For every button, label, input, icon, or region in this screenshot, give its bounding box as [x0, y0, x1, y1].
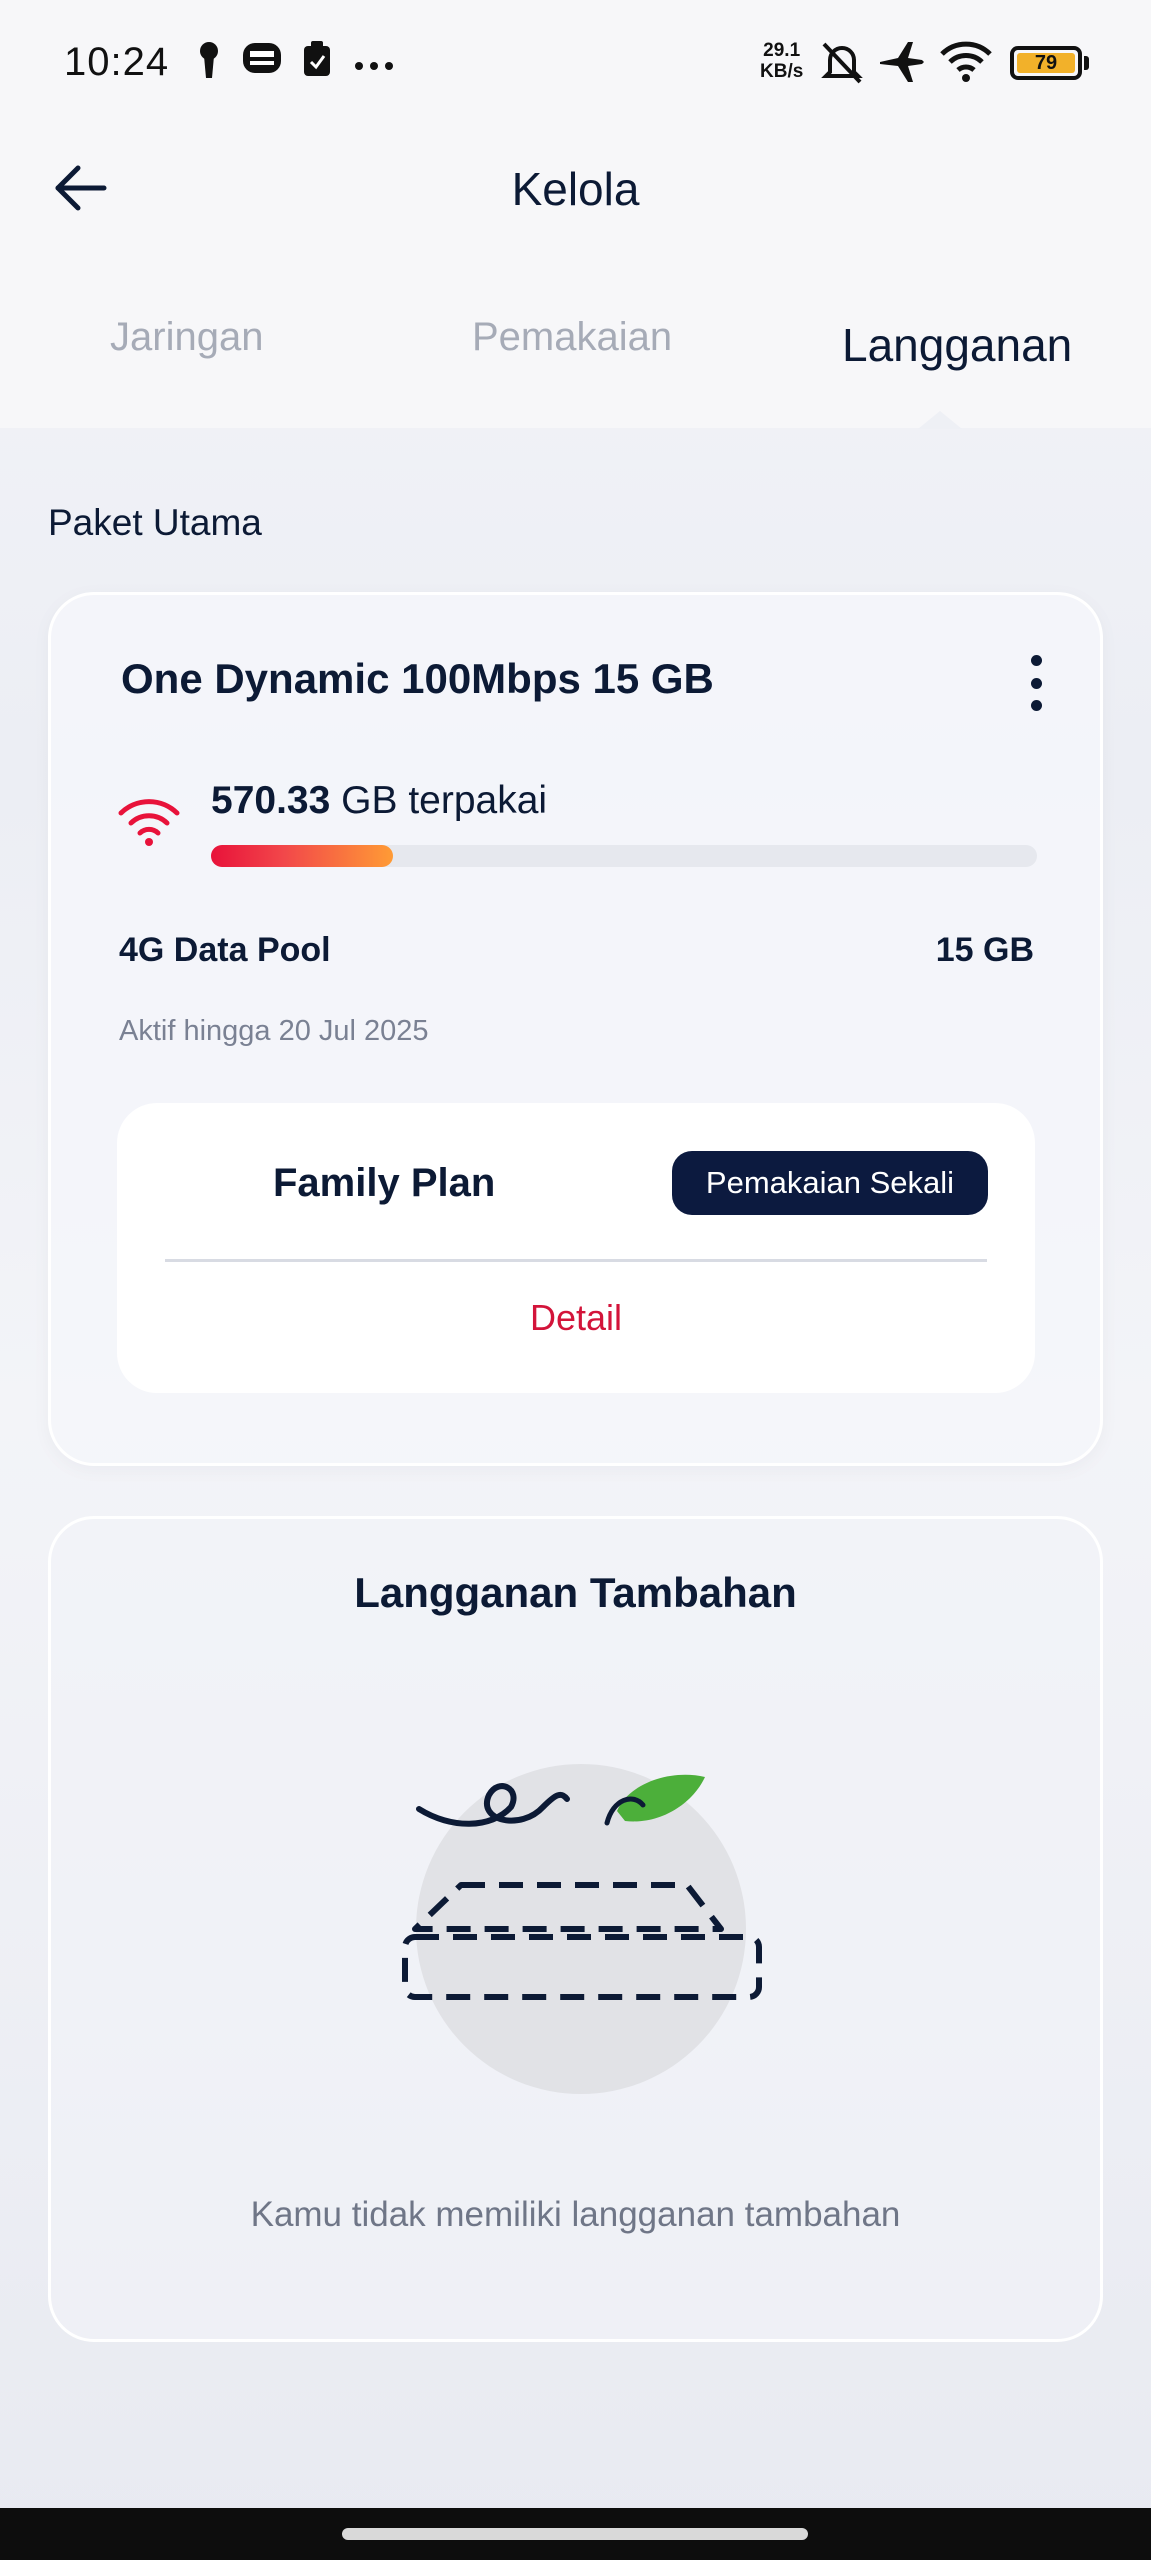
- battery-level: 79: [1017, 52, 1075, 74]
- detail-link[interactable]: Detail: [117, 1297, 1035, 1339]
- wifi-signal-icon: [117, 795, 181, 854]
- empty-state-text: Kamu tidak memiliki langganan tambahan: [250, 2195, 901, 2234]
- main-plan-card: One Dynamic 100Mbps 15 GB 570.33 GB terp…: [48, 592, 1103, 1466]
- network-rate: 29.1 KB/s: [760, 40, 804, 82]
- family-plan-box: Family Plan Pemakaian Sekali Detail: [117, 1103, 1035, 1393]
- addon-title: Langganan Tambahan: [354, 1569, 797, 1616]
- divider: [165, 1259, 987, 1262]
- section-label-paket-utama: Paket Utama: [48, 502, 262, 543]
- status-bar: 10:24 29.1 KB/s 79: [0, 0, 1151, 120]
- empty-box-illustration: [381, 1759, 781, 2099]
- plan-name: One Dynamic 100Mbps 15 GB: [121, 655, 714, 702]
- usage-progress-bar: [211, 845, 1037, 867]
- tab-jaringan[interactable]: Jaringan: [110, 315, 263, 360]
- wifi-icon: [940, 40, 992, 89]
- battery-icon: 79: [1010, 46, 1082, 80]
- battery-cap: [1084, 56, 1089, 70]
- more-options-icon[interactable]: [1021, 651, 1051, 715]
- airplane-icon: [878, 40, 926, 89]
- more-dots-icon: [354, 58, 394, 76]
- active-until-text: Aktif hingga 20 Jul 2025: [119, 1015, 429, 1047]
- usage-progress-fill: [211, 845, 393, 867]
- usage-unit: GB terpakai: [341, 779, 548, 822]
- tab-pemakaian[interactable]: Pemakaian: [472, 315, 672, 360]
- usage-text: 570.33 GB terpakai: [211, 779, 547, 823]
- addon-subscription-card: Langganan Tambahan Kamu tidak memiliki l…: [48, 1516, 1103, 2342]
- status-time: 10:24: [64, 40, 170, 84]
- active-tab-indicator: [918, 411, 962, 429]
- page-title: Kelola: [511, 163, 640, 215]
- keyhole-icon: [196, 40, 222, 85]
- family-plan-title: Family Plan: [273, 1161, 496, 1205]
- tab-langganan[interactable]: Langganan: [842, 318, 1072, 372]
- home-gesture-handle[interactable]: [342, 2528, 808, 2540]
- bell-off-icon: [820, 40, 864, 91]
- bus-icon: [242, 42, 282, 83]
- data-pool-label: 4G Data Pool: [119, 931, 331, 969]
- usage-value: 570.33: [211, 779, 331, 822]
- clipboard-icon: [302, 38, 332, 83]
- data-pool-value: 15 GB: [935, 931, 1034, 969]
- usage-type-badge: Pemakaian Sekali: [672, 1151, 988, 1215]
